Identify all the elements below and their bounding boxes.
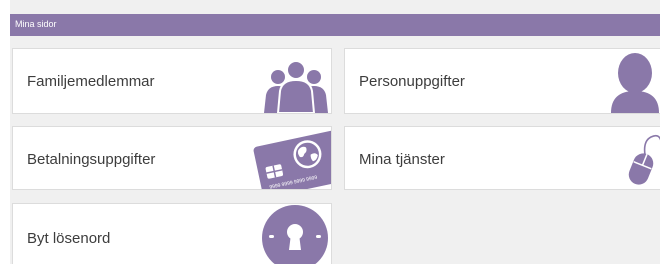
credit-card-icon: 9999 9999 9999 9999 <box>253 129 331 189</box>
keyhole-icon <box>262 205 328 264</box>
tile-personal-info[interactable]: Personuppgifter <box>344 48 660 114</box>
tile-personal-info-label: Personuppgifter <box>359 73 465 90</box>
mouse-icon <box>628 134 660 185</box>
my-pages-panel: Mina sidor Familjemedlemmar Personuppgif… <box>10 0 660 264</box>
header-bar: Mina sidor <box>10 14 660 36</box>
person-icon <box>611 53 659 113</box>
page-title: Mina sidor <box>15 19 57 29</box>
tile-payment-info-label: Betalningsuppgifter <box>27 151 156 168</box>
family-icon <box>264 60 328 113</box>
tile-my-services-label: Mina tjänster <box>359 151 445 168</box>
tile-change-password[interactable]: Byt lösenord <box>12 203 332 264</box>
tile-family-members-label: Familjemedlemmar <box>27 73 155 90</box>
tile-family-members[interactable]: Familjemedlemmar <box>12 48 332 114</box>
tile-change-password-label: Byt lösenord <box>27 230 111 247</box>
tile-payment-info[interactable]: Betalningsuppgifter 9999 9999 9999 9999 <box>12 126 332 190</box>
tile-my-services[interactable]: Mina tjänster <box>344 126 660 190</box>
